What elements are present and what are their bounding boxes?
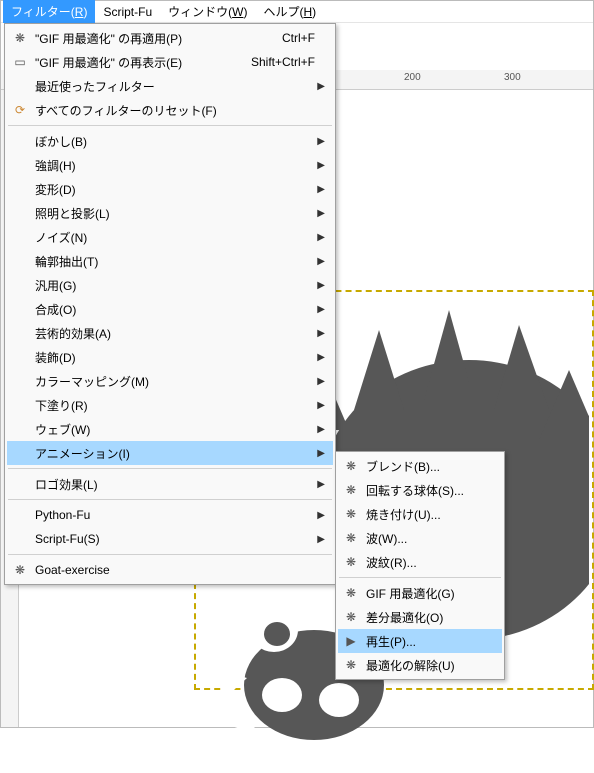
gear-icon: ❋ xyxy=(11,563,29,577)
item-reshow-last[interactable]: ▭ "GIF 用最適化" の再表示(E) Shift+Ctrl+F xyxy=(7,50,333,74)
item-noise[interactable]: ノイズ(N)▶ xyxy=(7,225,333,249)
item-logo[interactable]: ロゴ効果(L)▶ xyxy=(7,472,333,496)
label: "GIF 用最適化" の再表示(E) xyxy=(29,54,241,71)
submenu-arrow-icon: ▶ xyxy=(315,304,325,315)
submenu-arrow-icon: ▶ xyxy=(315,448,325,459)
item-colormap[interactable]: カラーマッピング(M)▶ xyxy=(7,369,333,393)
separator xyxy=(8,554,332,555)
submenu-arrow-icon: ▶ xyxy=(315,376,325,387)
item-animation[interactable]: アニメーション(I)▶ xyxy=(7,441,333,465)
item-web[interactable]: ウェブ(W)▶ xyxy=(7,417,333,441)
label: すべてのフィルターのリセット(F) xyxy=(29,102,315,119)
item-goat-exercise[interactable]: ❋ Goat-exercise xyxy=(7,558,333,582)
submenu-arrow-icon: ▶ xyxy=(315,232,325,243)
item-light[interactable]: 照明と投影(L)▶ xyxy=(7,201,333,225)
menu-window[interactable]: ウィンドウ(W) xyxy=(160,0,255,23)
item-anim-playback[interactable]: ▶再生(P)... xyxy=(338,629,502,653)
gear-icon: ❋ xyxy=(342,459,360,473)
item-anim-ripple[interactable]: ❋波紋(R)... xyxy=(338,550,502,574)
submenu-arrow-icon: ▶ xyxy=(315,352,325,363)
separator xyxy=(339,577,501,578)
item-reset-filters[interactable]: ⟳ すべてのフィルターのリセット(F) xyxy=(7,98,333,122)
item-pythonfu[interactable]: Python-Fu▶ xyxy=(7,503,333,527)
separator xyxy=(8,125,332,126)
filters-dropdown: ❋ "GIF 用最適化" の再適用(P) Ctrl+F ▭ "GIF 用最適化"… xyxy=(4,23,336,585)
gear-icon: ❋ xyxy=(11,31,29,45)
menu-filters[interactable]: フィルター(R) xyxy=(3,0,95,23)
menubar: フィルター(R) Script-Fu ウィンドウ(W) ヘルプ(H) xyxy=(1,1,593,23)
submenu-arrow-icon: ▶ xyxy=(315,160,325,171)
item-anim-unopt[interactable]: ❋最適化の解除(U) xyxy=(338,653,502,677)
accel-label: Shift+Ctrl+F xyxy=(241,55,315,69)
submenu-arrow-icon: ▶ xyxy=(315,424,325,435)
submenu-arrow-icon: ▶ xyxy=(315,208,325,219)
item-enhance[interactable]: 強調(H)▶ xyxy=(7,153,333,177)
item-combine[interactable]: 合成(O)▶ xyxy=(7,297,333,321)
gear-icon: ❋ xyxy=(342,507,360,521)
submenu-arrow-icon: ▶ xyxy=(315,510,325,521)
gear-icon: ❋ xyxy=(342,610,360,624)
item-artistic[interactable]: 芸術的効果(A)▶ xyxy=(7,321,333,345)
item-decor[interactable]: 装飾(D)▶ xyxy=(7,345,333,369)
item-scriptfu[interactable]: Script-Fu(S)▶ xyxy=(7,527,333,551)
submenu-arrow-icon: ▶ xyxy=(315,479,325,490)
label: 最近使ったフィルター xyxy=(29,78,315,95)
label: "GIF 用最適化" の再適用(P) xyxy=(29,30,272,47)
item-blur[interactable]: ぼかし(B)▶ xyxy=(7,129,333,153)
menu-scriptfu[interactable]: Script-Fu xyxy=(95,2,160,22)
item-anim-burn[interactable]: ❋焼き付け(U)... xyxy=(338,502,502,526)
submenu-arrow-icon: ▶ xyxy=(315,534,325,545)
item-render[interactable]: 下塗り(R)▶ xyxy=(7,393,333,417)
item-generic[interactable]: 汎用(G)▶ xyxy=(7,273,333,297)
play-icon: ▶ xyxy=(342,634,360,648)
item-anim-gifopt[interactable]: ❋GIF 用最適化(G) xyxy=(338,581,502,605)
submenu-arrow-icon: ▶ xyxy=(315,400,325,411)
submenu-arrow-icon: ▶ xyxy=(315,184,325,195)
submenu-arrow-icon: ▶ xyxy=(315,280,325,291)
animation-submenu: ❋ブレンド(B)... ❋回転する球体(S)... ❋焼き付け(U)... ❋波… xyxy=(335,451,505,680)
item-distort[interactable]: 変形(D)▶ xyxy=(7,177,333,201)
separator xyxy=(8,499,332,500)
reset-icon: ⟳ xyxy=(11,103,29,117)
accel-label: Ctrl+F xyxy=(272,31,315,45)
separator xyxy=(8,468,332,469)
item-edge[interactable]: 輪郭抽出(T)▶ xyxy=(7,249,333,273)
gear-icon: ❋ xyxy=(342,483,360,497)
item-anim-wave[interactable]: ❋波(W)... xyxy=(338,526,502,550)
gear-icon: ❋ xyxy=(342,555,360,569)
item-anim-blend[interactable]: ❋ブレンド(B)... xyxy=(338,454,502,478)
gear-icon: ❋ xyxy=(342,586,360,600)
submenu-arrow-icon: ▶ xyxy=(315,256,325,267)
ruler-tick: 300 xyxy=(504,72,521,83)
item-recent-filters[interactable]: 最近使ったフィルター ▶ xyxy=(7,74,333,98)
menu-help[interactable]: ヘルプ(H) xyxy=(255,0,324,23)
item-anim-globe[interactable]: ❋回転する球体(S)... xyxy=(338,478,502,502)
submenu-arrow-icon: ▶ xyxy=(315,328,325,339)
dialog-icon: ▭ xyxy=(11,55,29,69)
gear-icon: ❋ xyxy=(342,531,360,545)
submenu-arrow-icon: ▶ xyxy=(315,81,325,92)
ruler-tick: 200 xyxy=(404,72,421,83)
gear-icon: ❋ xyxy=(342,658,360,672)
submenu-arrow-icon: ▶ xyxy=(315,136,325,147)
item-anim-diffopt[interactable]: ❋差分最適化(O) xyxy=(338,605,502,629)
item-repeat-last[interactable]: ❋ "GIF 用最適化" の再適用(P) Ctrl+F xyxy=(7,26,333,50)
